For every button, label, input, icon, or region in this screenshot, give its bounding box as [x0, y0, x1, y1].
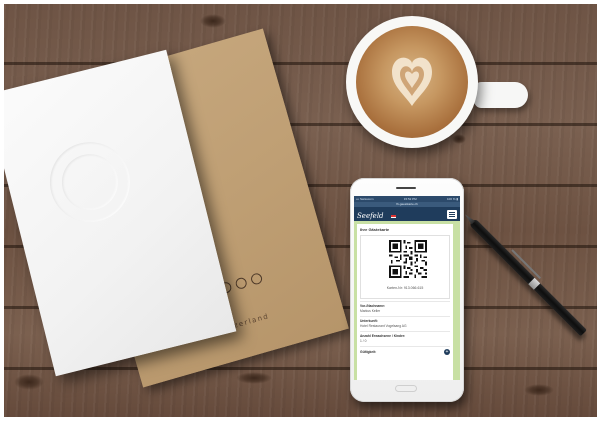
field-guests: Anzahl Erwachsene / Kinder: 1 / 0 — [360, 331, 450, 346]
carrier-label: ••• Swisscom — [356, 197, 374, 201]
home-button[interactable] — [395, 385, 417, 392]
app-logo[interactable]: Seefeld — [357, 212, 384, 220]
time-label: 15:52 PM — [403, 197, 417, 201]
language-flag-icon[interactable] — [391, 215, 396, 218]
embossed-seal-icon — [41, 134, 138, 231]
coffee-cup — [346, 16, 478, 148]
app-header: Seefeld — [354, 207, 460, 221]
card-title: Ihre Gästekarte — [360, 227, 390, 232]
field-name: Vor-/Nachname: Markus Keller — [360, 301, 450, 316]
desk-scene: STORYhandmade in switzerland ••• Swissco… — [4, 4, 597, 417]
phone-screen: ••• Swisscom 15:52 PM 100 % ▮ fh-gaestka… — [354, 196, 460, 380]
phone-speaker — [396, 187, 416, 189]
qr-code-icon — [389, 240, 427, 278]
smartphone: ••• Swisscom 15:52 PM 100 % ▮ fh-gaestka… — [350, 178, 464, 402]
guest-card: Ihre Gästekarte Karten-Nr: 913.066.615 V… — [357, 224, 453, 380]
expand-plus-button[interactable]: + — [444, 349, 450, 355]
pen — [468, 218, 587, 337]
latte — [356, 26, 468, 138]
latte-heart-icon — [392, 57, 432, 106]
field-accommodation: Unterkunft: Hotel Restaurant Vogelsang A… — [360, 316, 450, 331]
battery-label: 100 % ▮ — [447, 197, 458, 201]
card-number: Karten-Nr: 913.066.615 — [386, 286, 424, 290]
hamburger-menu-button[interactable] — [447, 209, 457, 219]
qr-code-box: Karten-Nr: 913.066.615 — [360, 235, 450, 299]
cup-handle — [474, 82, 528, 108]
field-validity: Gültigkeit: + — [360, 346, 450, 358]
